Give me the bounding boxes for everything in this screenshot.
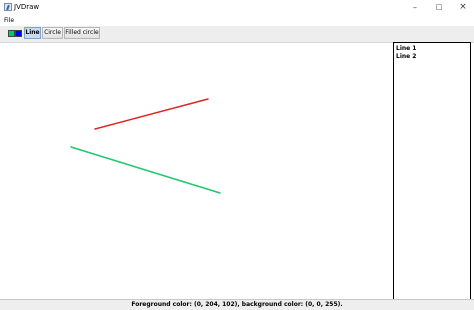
menu-file[interactable]: File xyxy=(4,17,14,24)
close-button[interactable]: × xyxy=(452,2,474,13)
minimize-button[interactable]: – xyxy=(404,2,426,13)
canvas-line-1[interactable] xyxy=(94,98,209,130)
status-text: Foreground color: (0, 204, 102), backgro… xyxy=(131,301,343,308)
color-selectors xyxy=(7,30,22,37)
tool-circle-button[interactable]: Circle xyxy=(42,27,63,39)
menu-bar: File xyxy=(0,15,474,26)
maximize-button[interactable]: □ xyxy=(428,2,450,13)
tool-line-button[interactable]: Line xyxy=(24,27,41,39)
foreground-color-swatch[interactable] xyxy=(8,30,15,37)
title-bar: JVDraw – □ × xyxy=(0,0,474,15)
app-icon xyxy=(4,3,12,11)
window-title: JVDraw xyxy=(14,3,40,11)
drawing-canvas[interactable] xyxy=(2,43,391,296)
background-color-swatch[interactable] xyxy=(15,30,22,37)
status-bar: Foreground color: (0, 204, 102), backgro… xyxy=(0,299,474,310)
tool-filled-circle-button[interactable]: Filled circle xyxy=(64,27,100,39)
object-list[interactable]: Line 1 Line 2 xyxy=(393,42,471,300)
list-item[interactable]: Line 1 xyxy=(396,45,416,52)
list-item[interactable]: Line 2 xyxy=(396,53,416,60)
canvas-line-2[interactable] xyxy=(70,146,221,194)
